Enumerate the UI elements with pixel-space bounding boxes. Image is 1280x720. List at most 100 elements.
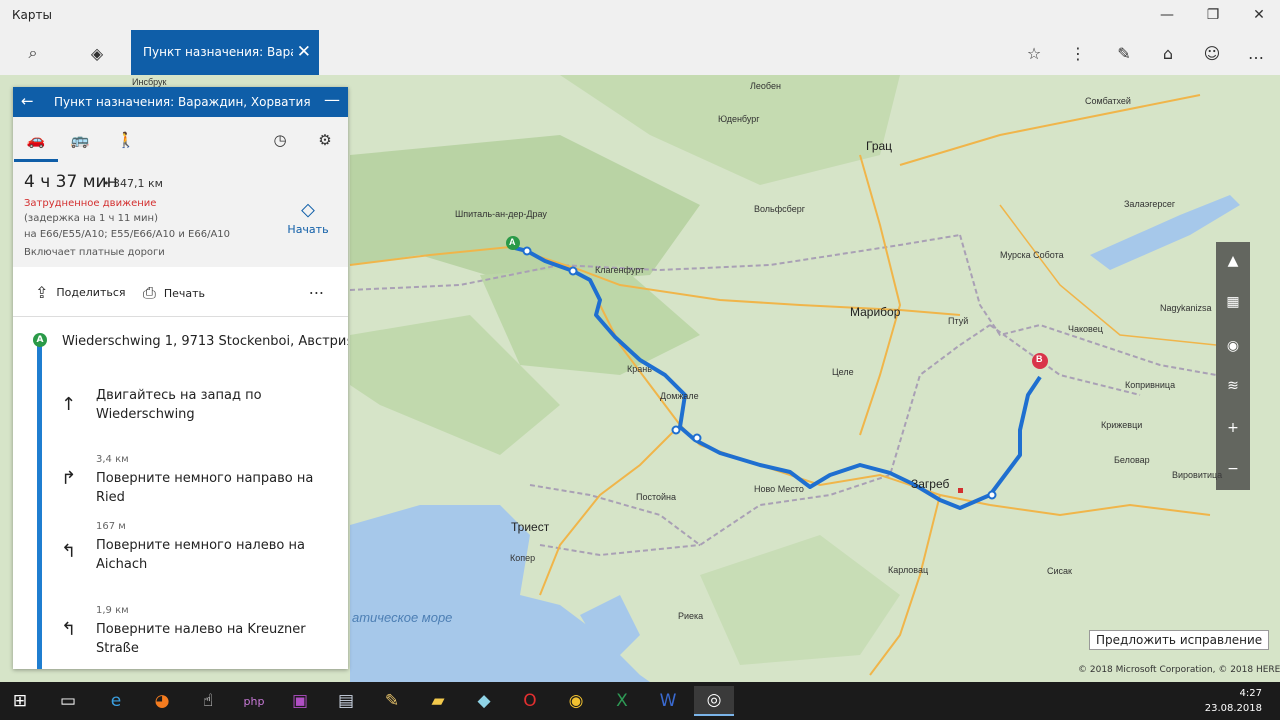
print-button[interactable]: ⎙ Печать: [143, 283, 205, 303]
notes-icon[interactable]: ◆: [464, 686, 504, 716]
step-distance: 3,4 км: [96, 454, 129, 465]
location-icon[interactable]: ◉: [1216, 331, 1250, 361]
window-title: Карты: [12, 8, 52, 22]
compass-icon[interactable]: ▲: [1216, 246, 1250, 276]
close-tab-icon[interactable]: ✕: [297, 42, 311, 62]
travel-modes: 🚗 🚌 🚶 ◷ ⚙: [13, 117, 348, 162]
taskbar: ⊞ ▭ e ◕ ☝ php ▣ ▤ ✎ ▰ ◆ O ◉ X W ◎ 4:27 2…: [0, 682, 1280, 720]
chrome-icon[interactable]: ◉: [556, 686, 596, 716]
step-distance: 1,9 км: [96, 605, 129, 616]
account-icon[interactable]: ☺: [1197, 38, 1227, 68]
ink-icon[interactable]: ✎: [1109, 38, 1139, 68]
city-leoben: Леобен: [750, 81, 781, 91]
hand-icon[interactable]: ☝: [188, 686, 228, 716]
minimize-icon[interactable]: —: [1144, 0, 1190, 30]
share-label: Поделиться: [56, 286, 126, 299]
collapse-panel-icon[interactable]: —: [324, 90, 340, 109]
clock-icon[interactable]: ◷: [265, 125, 295, 155]
maps-icon[interactable]: ◎: [694, 686, 734, 716]
clock-date: 23.08.2018: [1204, 703, 1262, 714]
route-summary[interactable]: 4 ч 37 мин • 347,1 км Затрудненное движе…: [13, 162, 348, 267]
city-graz: Грац: [866, 139, 893, 153]
3d-cities-icon[interactable]: ⌂: [1153, 38, 1183, 68]
directions-panel: ← Пункт назначения: Вараждин, Хорватия —…: [13, 87, 348, 669]
task-view-icon[interactable]: ▭: [48, 686, 88, 716]
step-text: Поверните немного налево на Aichach: [96, 538, 305, 572]
clock-time: 4:27: [1239, 688, 1262, 699]
share-icon: ⇪: [35, 283, 49, 302]
aerial-view-icon[interactable]: ▦: [1216, 287, 1250, 317]
opera-icon[interactable]: O: [510, 686, 550, 716]
city-klagenfurt: Клагенфурт: [595, 265, 645, 275]
city-maribor: Марибор: [850, 305, 901, 319]
city-zalaegerszeg: Залаэгерсег: [1124, 199, 1176, 209]
notepad-icon[interactable]: ▤: [326, 686, 366, 716]
city-trieste: Триест: [511, 520, 550, 534]
city-postojna: Постойна: [636, 492, 677, 502]
zoom-in-icon[interactable]: +: [1216, 413, 1250, 443]
windows-start-icon[interactable]: ⊞: [0, 686, 40, 716]
city-bjelovar: Беловар: [1114, 455, 1150, 465]
destination-tab-label: Пункт назначения: Варажд: [143, 45, 293, 59]
city-ptuj: Птуй: [948, 316, 969, 326]
sea-label: атическое море: [352, 610, 453, 625]
transit-icon[interactable]: 🚌: [65, 125, 95, 155]
city-cakovec: Чаковец: [1068, 324, 1103, 334]
layers-icon[interactable]: ≋: [1216, 371, 1250, 401]
teams-icon[interactable]: ▣: [280, 686, 320, 716]
city-wolfsberg: Вольфсберг: [754, 204, 806, 214]
city-judenburg: Юденбург: [718, 114, 760, 124]
step-text: Поверните немного направо на Ried: [96, 471, 314, 505]
gear-icon[interactable]: ⚙: [310, 125, 340, 155]
walk-icon[interactable]: 🚶: [111, 125, 141, 155]
favorites-icon[interactable]: ☆: [1019, 38, 1049, 68]
city-rijeka: Риека: [678, 611, 704, 621]
city-murska-sobota: Мурска Собота: [1000, 250, 1064, 260]
step-text: Двигайтесь на запад по Wiederschwing: [96, 388, 262, 422]
word-icon[interactable]: W: [648, 686, 688, 716]
city-kranj: Крань: [627, 364, 652, 374]
search-icon[interactable]: ⌕: [18, 38, 48, 68]
system-clock[interactable]: 4:27 23.08.2018: [1205, 686, 1262, 716]
copyright-text: © 2018 Microsoft Corporation, © 2018 HER…: [1078, 665, 1280, 675]
city-novo-mesto: Ново Место: [754, 484, 804, 494]
city-zagreb: Загреб: [911, 477, 950, 491]
firefox-icon[interactable]: ◕: [142, 686, 182, 716]
start-button[interactable]: ⬦ Начать: [283, 197, 333, 236]
city-spittal: Шпиталь-ан-дер-Драу: [455, 209, 547, 219]
route-steps: A Wiederschwing 1, 9713 Stockenboi, Авст…: [13, 318, 348, 669]
directions-icon[interactable]: ◈: [82, 38, 112, 68]
php-icon[interactable]: php: [234, 686, 274, 716]
destination-marker[interactable]: B: [1036, 354, 1043, 364]
traffic-icon[interactable]: ⋮: [1063, 38, 1093, 68]
more-icon[interactable]: …: [1241, 38, 1271, 68]
excel-icon[interactable]: X: [602, 686, 642, 716]
car-icon[interactable]: 🚗: [14, 125, 58, 162]
city-koper: Копер: [510, 553, 536, 563]
origin-step-marker: A: [33, 333, 47, 347]
zoom-out-icon[interactable]: −: [1216, 454, 1250, 484]
city-karlovac: Карловац: [888, 565, 929, 575]
route-progress-line: [37, 342, 42, 669]
destination-tab[interactable]: Пункт назначения: Варажд ✕: [131, 30, 319, 75]
step-distance: 167 м: [96, 521, 126, 532]
route-distance: • 347,1 км: [103, 177, 163, 190]
close-icon[interactable]: ✕: [1236, 0, 1280, 30]
maximize-icon[interactable]: ❐: [1190, 0, 1236, 30]
start-button-label: Начать: [287, 223, 329, 236]
city-domzale: Домжале: [660, 391, 699, 401]
paint-icon[interactable]: ✎: [372, 686, 412, 716]
suggest-correction-button[interactable]: Предложить исправление: [1089, 630, 1270, 650]
more-options-icon[interactable]: ...: [309, 279, 324, 298]
edge-icon[interactable]: e: [96, 686, 136, 716]
panel-header: ← Пункт назначения: Вараждин, Хорватия —: [13, 87, 348, 117]
origin-marker[interactable]: A: [509, 237, 516, 247]
print-label: Печать: [163, 286, 205, 300]
back-arrow-icon[interactable]: ←: [21, 92, 34, 110]
origin-address[interactable]: Wiederschwing 1, 9713 Stockenboi, Австри…: [62, 334, 348, 349]
route-via: на E66/E55/A10; E55/E66/A10 и E66/A10: [24, 229, 231, 240]
explorer-icon[interactable]: ▰: [418, 686, 458, 716]
share-button[interactable]: ⇪ Поделиться: [35, 283, 126, 302]
step-text: Поверните налево на Kreuzner Straße: [96, 622, 306, 656]
title-bar: Карты — ❐ ✕: [0, 0, 1280, 30]
